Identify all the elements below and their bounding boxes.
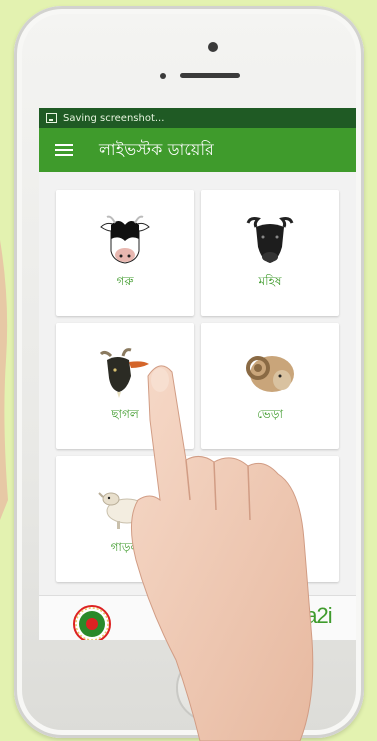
poultry-icon bbox=[282, 499, 293, 513]
card-ram[interactable]: ভেড়া bbox=[201, 323, 339, 449]
card-sheep[interactable]: গাড়ল bbox=[56, 456, 194, 582]
card-poultry[interactable] bbox=[201, 456, 339, 582]
goat-icon bbox=[99, 348, 149, 398]
animal-label: ছাগল bbox=[111, 407, 139, 421]
animal-label: গাড়ল bbox=[110, 540, 140, 554]
a2i-logo: aa2i bbox=[294, 603, 333, 628]
app-bar: লাইভস্টক ডায়েরি bbox=[39, 128, 356, 172]
government-seal-icon bbox=[73, 605, 111, 640]
screenshot-icon bbox=[46, 113, 57, 123]
footer-bar: aa2i bbox=[39, 595, 356, 640]
card-goat[interactable]: ছাগল bbox=[56, 323, 194, 449]
home-button[interactable] bbox=[176, 654, 244, 722]
status-text: Saving screenshot... bbox=[63, 112, 165, 124]
sheep-icon bbox=[98, 492, 148, 529]
status-bar: Saving screenshot... bbox=[39, 108, 356, 128]
animal-label: গরু bbox=[116, 274, 134, 288]
card-buffalo[interactable]: মহিষ bbox=[201, 190, 339, 316]
card-cow[interactable]: গরু bbox=[56, 190, 194, 316]
hamburger-icon[interactable] bbox=[55, 141, 73, 159]
buffalo-icon bbox=[246, 217, 294, 263]
animal-label: ভেড়া bbox=[257, 407, 283, 421]
earpiece-speaker bbox=[180, 73, 240, 78]
front-camera bbox=[208, 42, 218, 52]
animal-grid: গরু মহিষ ছাগল ভেড়া গাড়ল bbox=[56, 190, 339, 582]
ram-icon bbox=[246, 356, 294, 392]
app-screen: Saving screenshot... লাইভস্টক ডায়েরি গর… bbox=[39, 108, 356, 640]
animal-label: মহিষ bbox=[258, 274, 282, 288]
app-title: লাইভস্টক ডায়েরি bbox=[99, 139, 215, 159]
cow-icon bbox=[100, 215, 150, 264]
proximity-sensor bbox=[160, 73, 166, 79]
